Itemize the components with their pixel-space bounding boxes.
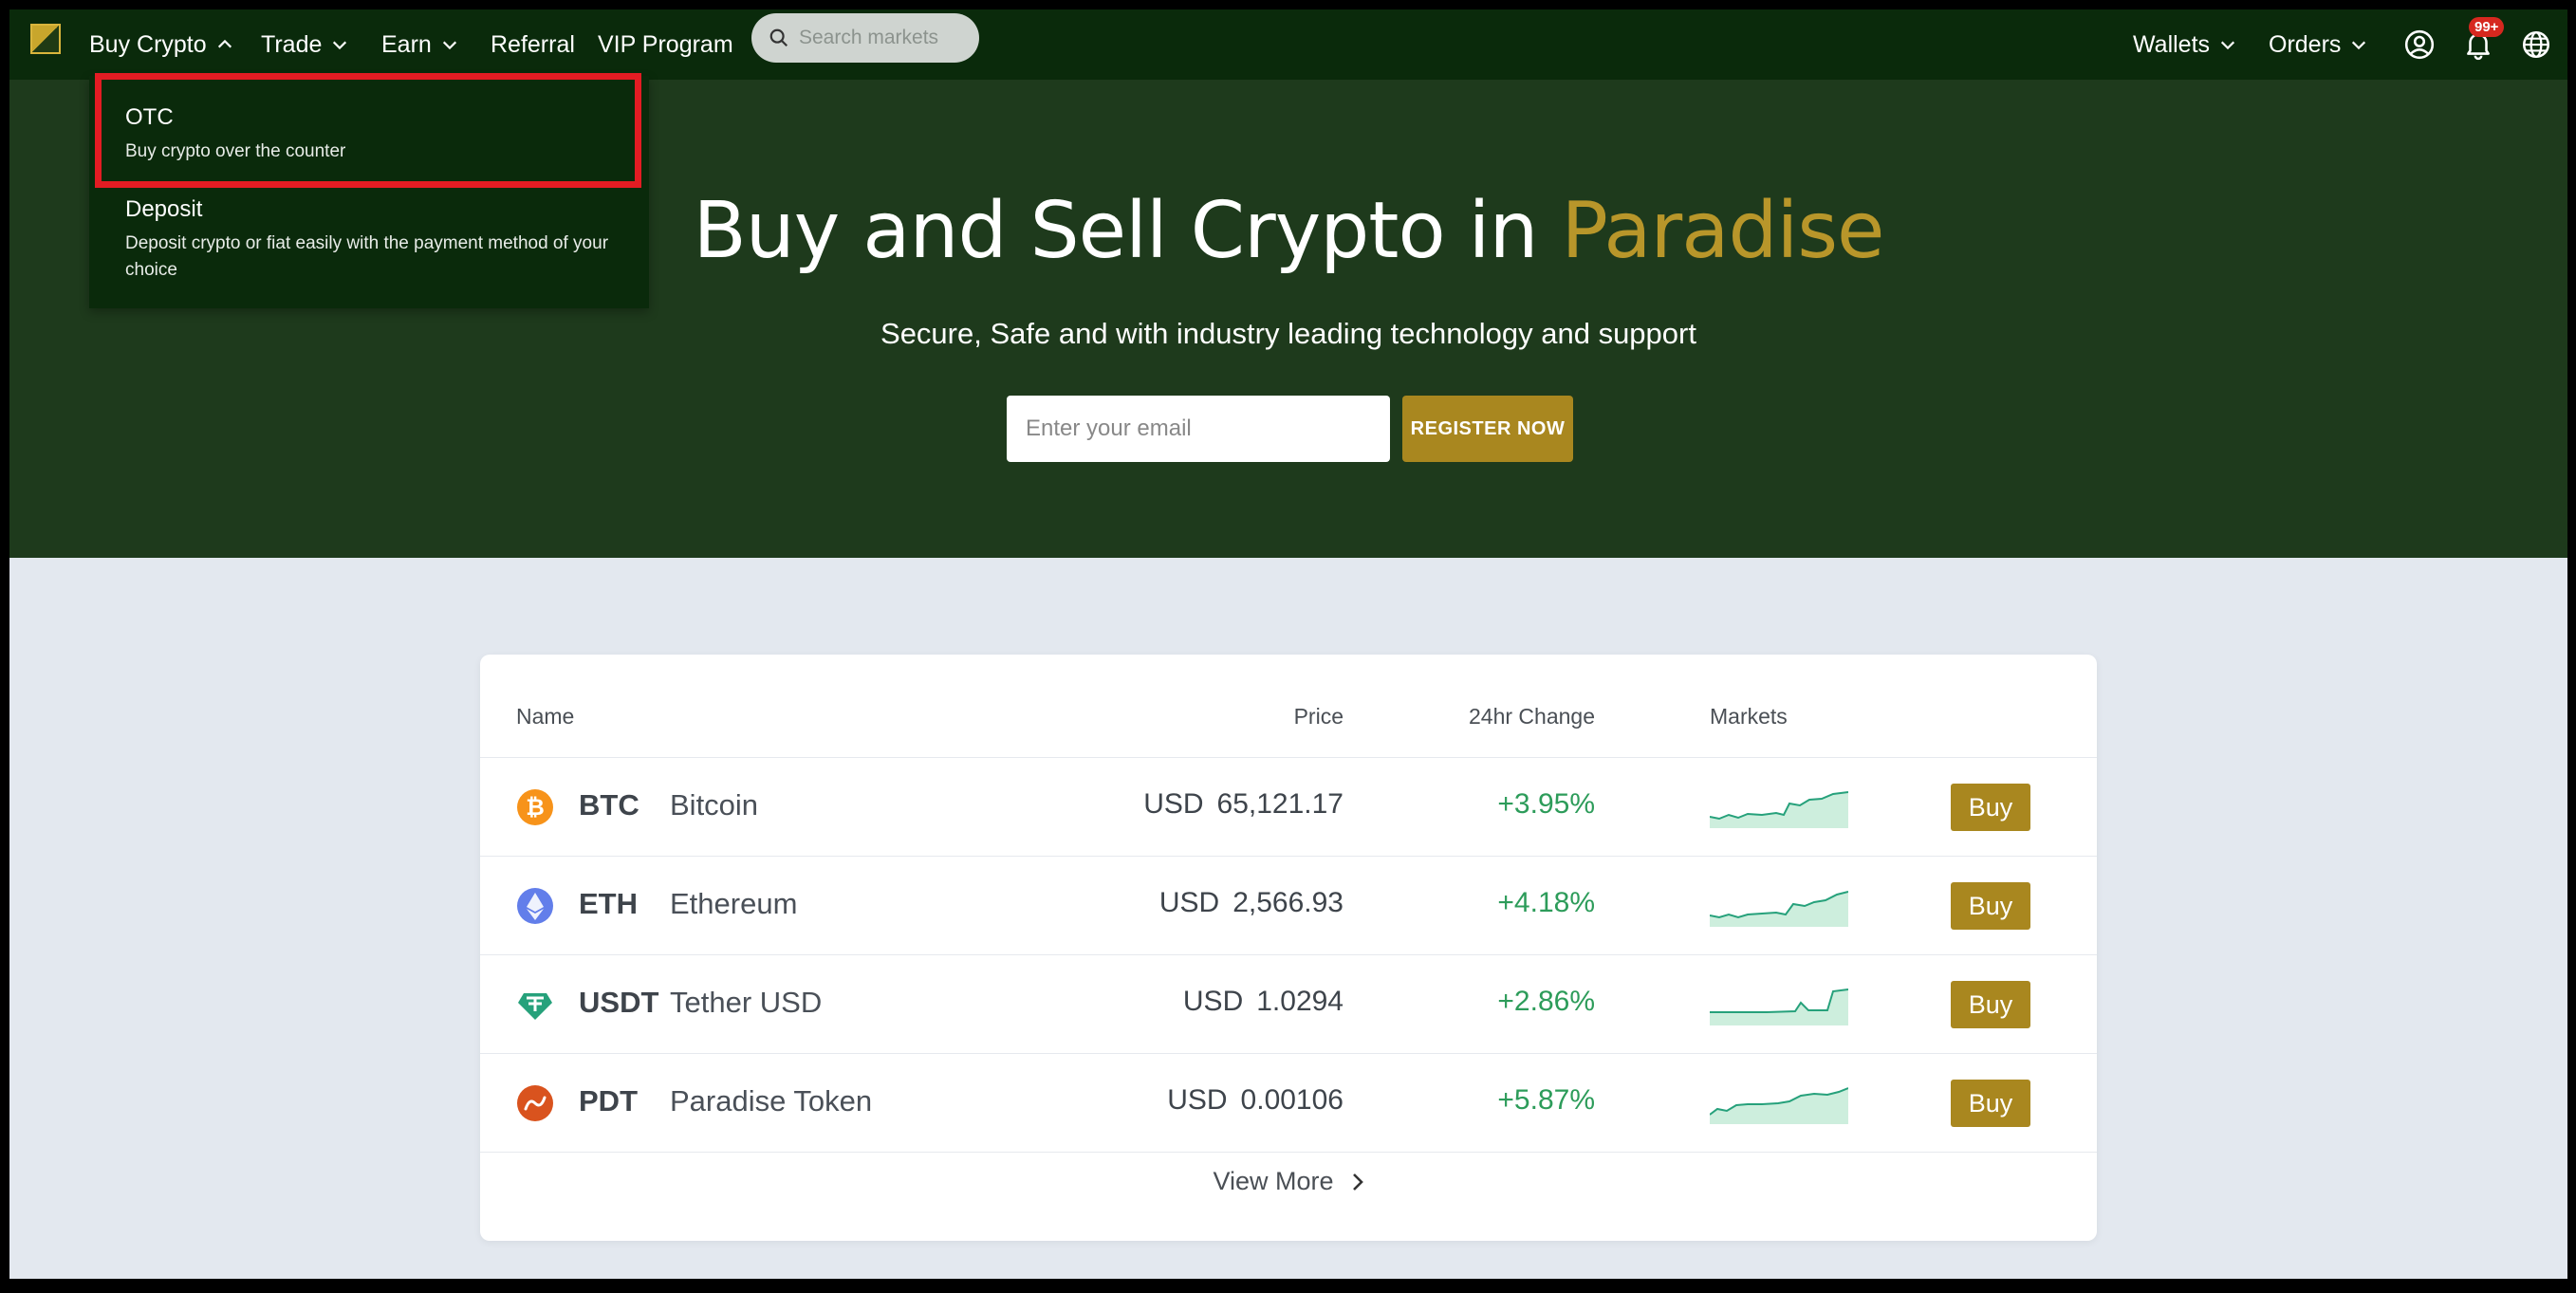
sparkline-chart [1710,891,1848,927]
dropdown-item-otc[interactable]: OTC Buy crypto over the counter [89,104,649,165]
sparkline-chart [1710,988,1848,1025]
sparkline-chart [1710,1087,1848,1124]
nav-vip-program[interactable]: VIP Program [598,9,733,80]
nav-trade-label: Trade [261,30,323,58]
buy-crypto-dropdown: OTC Buy crypto over the counter Deposit … [89,76,649,308]
globe-icon[interactable] [2520,28,2552,61]
top-nav: Buy Crypto Trade Earn Referral VIP Progr… [9,9,2567,80]
view-more-label: View More [1213,1167,1334,1195]
table-row[interactable]: ETH Ethereum USD 2,566.93 +4.18% Buy [480,856,2097,954]
header-markets: Markets [1710,704,1788,729]
coin-name: Tether USD [670,986,823,1019]
coin-name: Ethereum [670,887,798,920]
buy-button[interactable]: Buy [1951,882,2030,930]
price-currency: USD [1143,788,1204,820]
coin-price: USD 1.0294 [1183,986,1344,1018]
price-value: 2,566.93 [1232,887,1344,918]
dropdown-item-desc: Buy crypto over the counter [125,141,346,161]
dropdown-item-title: OTC [125,104,174,130]
coin-change: +4.18% [1497,887,1595,918]
chevron-right-icon [1352,1173,1363,1191]
logo-icon[interactable] [30,24,61,54]
dropdown-item-title: Deposit [125,196,203,222]
chevron-down-icon [2352,41,2366,50]
nav-trade[interactable]: Trade [261,9,348,80]
table-row[interactable]: PDT Paradise Token USD 0.00106 +5.87% Buy [480,1053,2097,1152]
coin-price: USD 2,566.93 [1159,887,1344,919]
notification-badge: 99+ [2469,17,2505,37]
price-value: 1.0294 [1256,986,1344,1017]
view-more-link[interactable]: View More [480,1167,2097,1196]
coin-change: +3.95% [1497,788,1595,820]
nav-wallets[interactable]: Wallets [2133,9,2236,80]
nav-wallets-label: Wallets [2133,30,2211,58]
price-currency: USD [1182,986,1244,1017]
divider [480,1152,2097,1153]
search-box[interactable] [751,13,979,63]
header-name: Name [516,704,575,729]
email-input[interactable] [1007,396,1390,462]
price-currency: USD [1167,1084,1228,1116]
coin-change: +5.87% [1497,1084,1595,1116]
buy-button[interactable]: Buy [1951,981,2030,1028]
coin-change: +2.86% [1497,986,1595,1017]
nav-orders[interactable]: Orders [2269,9,2367,80]
search-icon [769,28,788,47]
browser-page: Buy Crypto Trade Earn Referral VIP Progr… [9,9,2567,1279]
price-value: 0.00106 [1240,1084,1344,1116]
chevron-down-icon [442,41,456,50]
nav-vip-label: VIP Program [598,30,733,58]
bitcoin-icon: ₿ [517,789,553,825]
chevron-down-icon [2220,41,2235,50]
svg-text:₿: ₿ [526,794,545,821]
sparkline-chart [1710,791,1848,828]
dropdown-item-deposit[interactable]: Deposit Deposit crypto or fiat easily wi… [89,196,649,284]
user-account-icon[interactable] [2403,28,2436,61]
coin-symbol: ETH [579,887,638,920]
nav-referral[interactable]: Referral [491,9,575,80]
table-row[interactable]: ₿ BTC Bitcoin USD 65,121.17 +3.95% Buy [480,757,2097,856]
buy-button[interactable]: Buy [1951,1080,2030,1127]
buy-button[interactable]: Buy [1951,784,2030,831]
dropdown-item-desc: Deposit crypto or fiat easily with the p… [125,233,609,280]
paradise-token-icon [517,1085,553,1121]
coin-price: USD 65,121.17 [1143,788,1344,821]
nav-referral-label: Referral [491,30,575,58]
coin-name: Bitcoin [670,788,759,822]
coin-price: USD 0.00106 [1167,1084,1344,1117]
register-now-button[interactable]: REGISTER NOW [1402,396,1573,462]
price-value: 65,121.17 [1216,788,1344,820]
coin-symbol: BTC [579,788,639,822]
coin-name: Paradise Token [670,1084,873,1118]
header-change: 24hr Change [1469,704,1595,729]
chevron-up-icon [217,39,232,48]
nav-earn[interactable]: Earn [381,9,458,80]
search-input[interactable] [799,27,970,49]
hero-title-main: Buy and Sell Crypto in [693,186,1538,276]
hero-title-accent: Paradise [1561,186,1885,276]
table-row[interactable]: USDT Tether USD USD 1.0294 +2.86% Buy [480,954,2097,1053]
nav-buy-crypto[interactable]: Buy Crypto [89,9,233,80]
nav-earn-label: Earn [381,30,432,58]
coin-symbol: PDT [579,1084,638,1118]
hero-subtitle: Secure, Safe and with industry leading t… [880,317,1696,350]
coin-symbol: USDT [579,986,659,1019]
ethereum-icon [517,888,553,924]
nav-orders-label: Orders [2269,30,2342,58]
nav-buy-crypto-label: Buy Crypto [89,30,207,58]
tether-icon [518,993,552,1020]
market-table: Name Price 24hr Change Markets ₿ BTC Bit… [480,655,2097,1241]
header-price: Price [1293,704,1344,729]
price-currency: USD [1158,887,1220,918]
chevron-down-icon [333,41,347,50]
